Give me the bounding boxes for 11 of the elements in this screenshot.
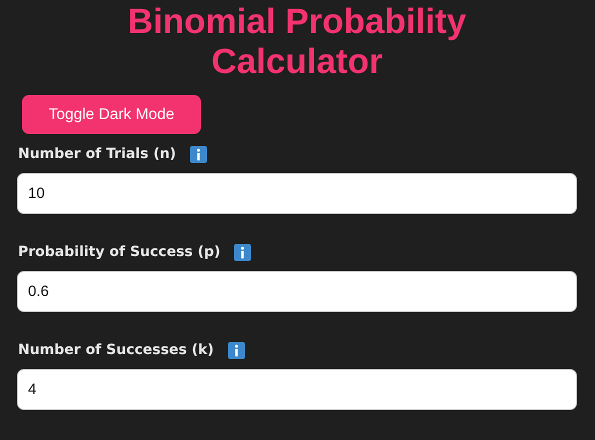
page-title: Binomial Probability Calculator [126, 2, 468, 82]
input-field[interactable]: 0.6 [17, 271, 577, 312]
info-icon[interactable] [228, 342, 245, 358]
info-icon[interactable] [234, 244, 252, 260]
info-icon[interactable] [190, 146, 208, 162]
input-field[interactable]: 4 [17, 369, 577, 410]
input-field[interactable]: 10 [17, 173, 577, 214]
dark-mode-button[interactable]: Toggle Dark Mode [22, 95, 201, 134]
field-label: Number of Successes (k) [18, 342, 214, 358]
field-label: Probability of Success (p) [18, 244, 220, 260]
field-label: Number of Trials (n) [18, 146, 176, 162]
